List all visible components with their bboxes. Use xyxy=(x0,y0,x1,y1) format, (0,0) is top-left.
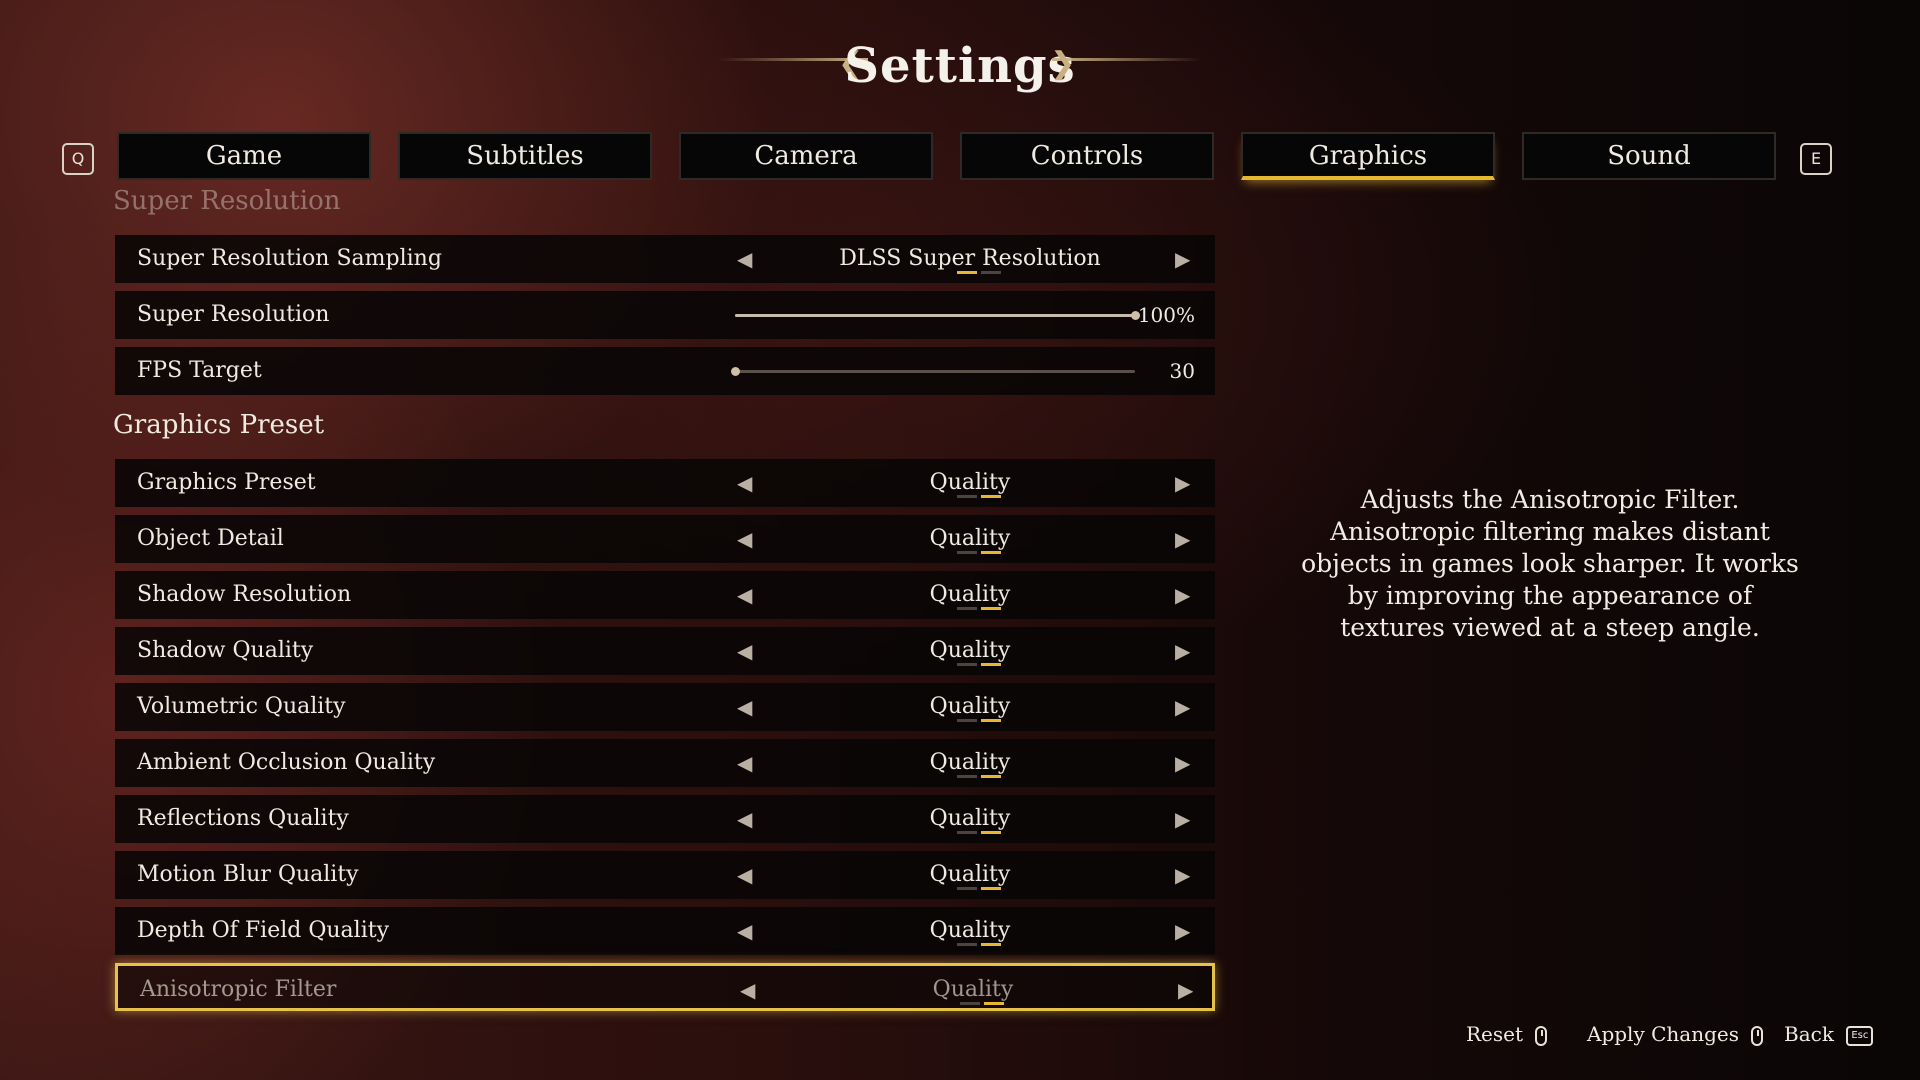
slider-value: 100% xyxy=(1137,303,1195,327)
super-resolution-slider[interactable] xyxy=(735,311,1140,320)
setting-value: Quality xyxy=(929,582,1011,607)
option-indicator xyxy=(957,719,1003,722)
setting-row-object-detail[interactable]: Object Detail ◀ Quality ▶ xyxy=(115,515,1215,563)
setting-label: Motion Blur Quality xyxy=(137,862,359,887)
setting-value: Quality xyxy=(929,470,1011,495)
setting-value: Quality xyxy=(929,638,1011,663)
setting-label: Volumetric Quality xyxy=(137,694,346,719)
arrow-right-icon[interactable]: ▶ xyxy=(1175,795,1190,843)
option-indicator xyxy=(957,887,1003,890)
arrow-right-icon[interactable]: ▶ xyxy=(1178,966,1193,1014)
setting-value: DLSS Super Resolution xyxy=(839,246,1101,271)
arrow-left-icon[interactable]: ◀ xyxy=(737,235,752,283)
setting-value: Quality xyxy=(929,526,1011,551)
slider-handle[interactable] xyxy=(731,367,740,376)
setting-row-volumetric-quality[interactable]: Volumetric Quality ◀ Quality ▶ xyxy=(115,683,1215,731)
setting-row-super-resolution[interactable]: Super Resolution 100% xyxy=(115,291,1215,339)
slider-value: 30 xyxy=(1169,359,1195,383)
page-title: Settings xyxy=(844,38,1076,94)
tab-game[interactable]: Game xyxy=(117,132,371,180)
arrow-left-icon[interactable]: ◀ xyxy=(737,683,752,731)
tab-subtitles[interactable]: Subtitles xyxy=(398,132,652,180)
setting-label: Object Detail xyxy=(137,526,284,551)
arrow-left-icon[interactable]: ◀ xyxy=(737,907,752,955)
next-tab-key-icon[interactable]: E xyxy=(1800,143,1832,175)
reset-button[interactable]: Reset xyxy=(1466,1022,1548,1046)
setting-row-depth-of-field-quality[interactable]: Depth Of Field Quality ◀ Quality ▶ xyxy=(115,907,1215,955)
setting-label: Super Resolution xyxy=(137,302,330,327)
arrow-right-icon[interactable]: ▶ xyxy=(1175,683,1190,731)
arrow-left-icon[interactable]: ◀ xyxy=(737,739,752,787)
tab-sound[interactable]: Sound xyxy=(1522,132,1776,180)
setting-label: Graphics Preset xyxy=(137,470,316,495)
esc-key-icon: Esc xyxy=(1846,1025,1874,1046)
setting-label: Reflections Quality xyxy=(137,806,349,831)
arrow-right-icon[interactable]: ▶ xyxy=(1175,235,1190,283)
arrow-left-icon[interactable]: ◀ xyxy=(737,515,752,563)
slider-fill xyxy=(735,314,1135,317)
setting-row-anisotropic-filter[interactable]: Anisotropic Filter ◀ Quality ▶ xyxy=(115,963,1215,1011)
setting-row-shadow-quality[interactable]: Shadow Quality ◀ Quality ▶ xyxy=(115,627,1215,675)
tab-controls[interactable]: Controls xyxy=(960,132,1214,180)
arrow-right-icon[interactable]: ▶ xyxy=(1175,571,1190,619)
arrow-right-icon[interactable]: ▶ xyxy=(1175,739,1190,787)
back-button[interactable]: Back Esc xyxy=(1784,1022,1874,1046)
setting-row-fps-target[interactable]: FPS Target 30 xyxy=(115,347,1215,395)
setting-label: Depth Of Field Quality xyxy=(137,918,390,943)
option-indicator xyxy=(957,495,1003,498)
setting-label: Shadow Resolution xyxy=(137,582,352,607)
setting-value: Quality xyxy=(929,694,1011,719)
option-indicator xyxy=(957,271,1003,274)
setting-value: Quality xyxy=(929,750,1011,775)
setting-value: Quality xyxy=(929,918,1011,943)
arrow-right-icon[interactable]: ▶ xyxy=(1175,515,1190,563)
section-header-graphics-preset: Graphics Preset xyxy=(113,410,325,440)
mouse-icon xyxy=(1535,1025,1548,1046)
setting-label: Shadow Quality xyxy=(137,638,314,663)
title-flourish-right-icon: ❯ xyxy=(1050,46,1076,81)
setting-row-shadow-resolution[interactable]: Shadow Resolution ◀ Quality ▶ xyxy=(115,571,1215,619)
tab-camera[interactable]: Camera xyxy=(679,132,933,180)
setting-row-reflections-quality[interactable]: Reflections Quality ◀ Quality ▶ xyxy=(115,795,1215,843)
apply-changes-label: Apply Changes xyxy=(1587,1022,1739,1046)
setting-value: Quality xyxy=(929,862,1011,887)
setting-label: Ambient Occlusion Quality xyxy=(137,750,436,775)
setting-row-motion-blur-quality[interactable]: Motion Blur Quality ◀ Quality ▶ xyxy=(115,851,1215,899)
option-indicator xyxy=(957,607,1003,610)
setting-description: Adjusts the Anisotropic Filter. Anisotro… xyxy=(1301,485,1799,642)
option-indicator xyxy=(960,1002,1006,1005)
setting-value: Quality xyxy=(929,806,1011,831)
setting-label: FPS Target xyxy=(137,358,262,383)
setting-row-graphics-preset[interactable]: Graphics Preset ◀ Quality ▶ xyxy=(115,459,1215,507)
arrow-left-icon[interactable]: ◀ xyxy=(737,851,752,899)
mouse-icon xyxy=(1751,1025,1764,1046)
arrow-left-icon[interactable]: ◀ xyxy=(737,627,752,675)
option-indicator xyxy=(957,663,1003,666)
arrow-left-icon[interactable]: ◀ xyxy=(737,571,752,619)
arrow-left-icon[interactable]: ◀ xyxy=(737,459,752,507)
prev-tab-key-icon[interactable]: Q xyxy=(62,143,94,175)
option-indicator xyxy=(957,551,1003,554)
setting-label: Super Resolution Sampling xyxy=(137,246,442,271)
option-indicator xyxy=(957,943,1003,946)
arrow-right-icon[interactable]: ▶ xyxy=(1175,627,1190,675)
arrow-right-icon[interactable]: ▶ xyxy=(1175,851,1190,899)
reset-label: Reset xyxy=(1466,1022,1524,1046)
setting-value: Quality xyxy=(932,977,1014,1002)
tab-graphics[interactable]: Graphics xyxy=(1241,132,1495,180)
option-indicator xyxy=(957,775,1003,778)
arrow-left-icon[interactable]: ◀ xyxy=(737,795,752,843)
apply-changes-button[interactable]: Apply Changes xyxy=(1587,1022,1764,1046)
back-label: Back xyxy=(1784,1022,1834,1046)
arrow-right-icon[interactable]: ▶ xyxy=(1175,907,1190,955)
setting-label: Anisotropic Filter xyxy=(140,977,337,1002)
option-indicator xyxy=(957,831,1003,834)
arrow-left-icon[interactable]: ◀ xyxy=(740,966,755,1014)
title-ornament-right xyxy=(1052,58,1202,61)
section-header-super-resolution: Super Resolution xyxy=(113,186,341,216)
setting-row-super-resolution-sampling[interactable]: Super Resolution Sampling ◀ DLSS Super R… xyxy=(115,235,1215,283)
fps-target-slider[interactable] xyxy=(731,367,1135,376)
arrow-right-icon[interactable]: ▶ xyxy=(1175,459,1190,507)
setting-row-ambient-occlusion-quality[interactable]: Ambient Occlusion Quality ◀ Quality ▶ xyxy=(115,739,1215,787)
